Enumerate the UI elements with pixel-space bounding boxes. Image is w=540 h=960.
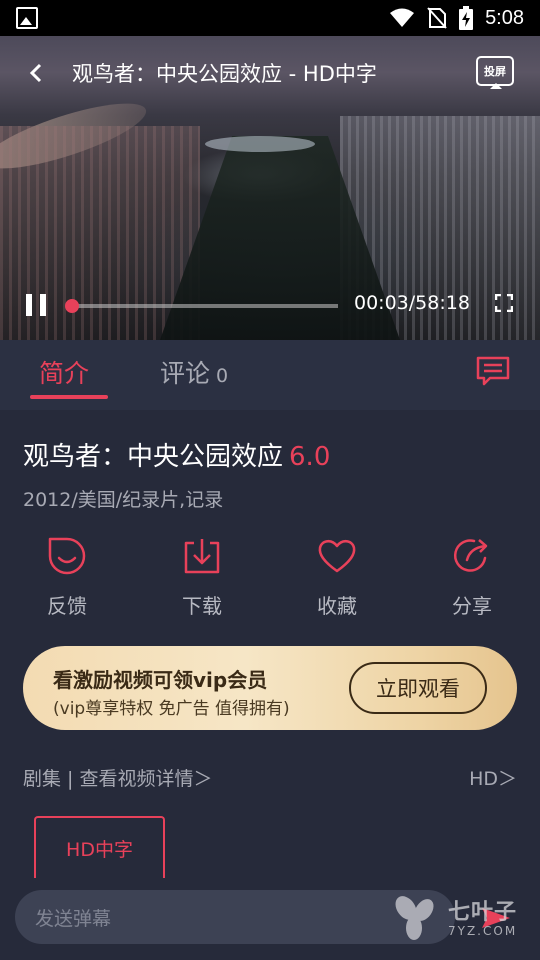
- comment-list-icon[interactable]: [476, 356, 510, 386]
- movie-rating: 6.0: [289, 442, 331, 472]
- cast-button[interactable]: 投屏: [476, 56, 514, 89]
- no-sim-icon: [427, 7, 447, 29]
- episodes-quality-link[interactable]: HD＞: [469, 764, 517, 791]
- tab-comments[interactable]: 评论 0: [160, 354, 228, 390]
- pause-button[interactable]: [26, 294, 46, 316]
- back-icon[interactable]: [24, 61, 48, 85]
- leaf-logo-icon: [395, 896, 434, 940]
- share-button[interactable]: 分享: [427, 536, 517, 619]
- share-icon: [453, 539, 488, 572]
- tab-bar: 简介 评论 0: [0, 340, 540, 410]
- download-button[interactable]: 下载: [157, 536, 247, 619]
- episodes-details-link[interactable]: 剧集 | 查看视频详情＞: [23, 768, 212, 790]
- watermark-sub: 7YZ.COM: [448, 924, 518, 938]
- tab-intro-underline: [30, 395, 108, 399]
- video-player[interactable]: 观鸟者：中央公园效应 - HD中字 投屏 00:03/58:18: [0, 36, 540, 340]
- time-readout: 00:03/58:18: [354, 292, 470, 314]
- episodes-row: 剧集 | 查看视频详情＞ HD＞: [23, 764, 517, 791]
- battery-charging-icon: [459, 6, 474, 30]
- favorite-label: 收藏: [317, 594, 357, 618]
- fullscreen-icon[interactable]: [495, 294, 513, 312]
- status-right: 5:08: [389, 6, 524, 30]
- watermark: 七叶子 7YZ.COM: [388, 890, 528, 944]
- status-time: 5:08: [485, 6, 524, 29]
- tab-comments-label: 评论: [160, 359, 211, 388]
- status-bar: 5:08: [0, 0, 540, 36]
- progress-bar[interactable]: [65, 299, 338, 313]
- movie-title-row: 观鸟者：中央公园效应 6.0: [23, 436, 330, 473]
- image-notification-icon: [16, 7, 38, 29]
- movie-meta: 2012/美国/纪录片,记录: [23, 489, 224, 511]
- action-row: 反馈 下载 收藏 分享: [0, 536, 540, 626]
- share-label: 分享: [452, 594, 492, 618]
- vip-subtitle: (vip尊享特权 免广告 值得拥有): [53, 699, 290, 719]
- favorite-button[interactable]: 收藏: [292, 536, 382, 619]
- video-title: 观鸟者：中央公园效应 - HD中字: [72, 62, 377, 86]
- vip-title: 看激励视频可领vip会员: [53, 668, 268, 692]
- tab-comments-count: 0: [216, 365, 229, 387]
- heart-icon: [318, 540, 356, 573]
- watch-now-button[interactable]: 立即观看: [349, 662, 487, 714]
- movie-title: 观鸟者：中央公园效应: [23, 442, 284, 472]
- download-icon: [184, 539, 220, 574]
- feedback-button[interactable]: 反馈: [22, 536, 112, 619]
- episode-chip[interactable]: HD中字: [34, 816, 165, 878]
- download-label: 下载: [182, 594, 222, 618]
- video-frame-lake: [205, 136, 315, 152]
- smile-icon: [48, 537, 86, 575]
- wifi-icon: [390, 8, 415, 27]
- player-controls: 00:03/58:18: [0, 286, 540, 326]
- tab-intro[interactable]: 简介: [39, 354, 89, 390]
- watermark-text: 七叶子: [448, 900, 518, 925]
- vip-banner[interactable]: 看激励视频可领vip会员 (vip尊享特权 免广告 值得拥有) 立即观看: [23, 646, 517, 730]
- progress-knob[interactable]: [65, 299, 80, 313]
- feedback-label: 反馈: [47, 594, 87, 618]
- video-top-bar: 观鸟者：中央公园效应 - HD中字: [0, 36, 540, 110]
